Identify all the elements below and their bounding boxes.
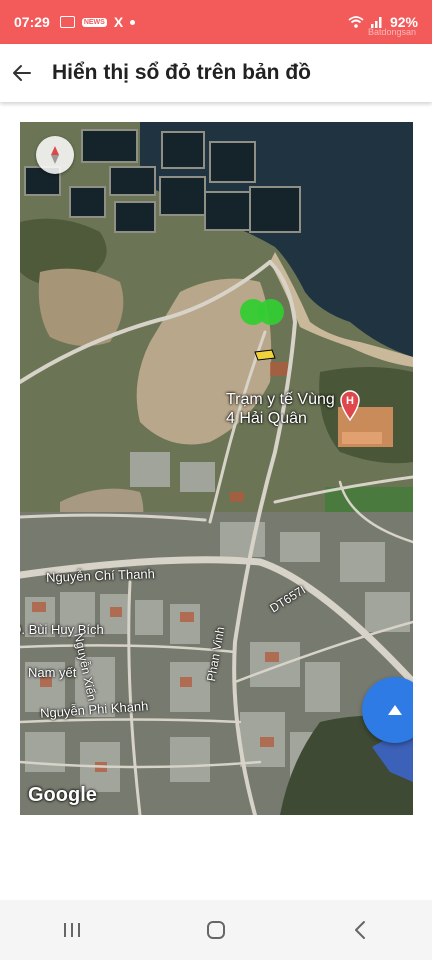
street-label-bui-huy-bich: Đ. Bùi Huy Bích (20, 622, 104, 637)
hospital-pin-letter: H (346, 395, 354, 407)
street-label-nam-yet: Nam yết (28, 665, 77, 680)
watermark: Batdongsan (367, 27, 416, 37)
news-icon: NEWS (81, 17, 107, 27)
page-title: Hiển thị sổ đỏ trên bản đồ (52, 61, 311, 84)
navigation-arrow-icon (388, 705, 402, 715)
compass-icon (51, 146, 59, 164)
back-button[interactable] (2, 53, 42, 93)
system-nav-bar (0, 900, 432, 960)
recent-apps-icon (64, 923, 80, 937)
dot-icon (130, 19, 136, 25)
back-nav-button[interactable] (330, 910, 390, 950)
chevron-left-icon (355, 921, 365, 939)
image-icon (59, 16, 75, 28)
hospital-pin-icon: H (340, 390, 360, 422)
google-attribution: Google (28, 784, 97, 806)
compass-button[interactable] (36, 136, 74, 174)
home-button[interactable] (186, 910, 246, 950)
poi-label-line2: 4 Hải Quân (226, 410, 307, 427)
status-time: 07:29 (14, 14, 50, 30)
app-bar: Hiển thị sổ đỏ trên bản đồ (0, 44, 432, 102)
arrow-left-icon (13, 65, 31, 81)
map-view[interactable]: H Trạm y tế Vùng 4 Hải Quân Nguyễn Chí T… (20, 122, 413, 815)
status-bar: 07:29 NEWS X 92% Batdongsan (0, 0, 432, 44)
notification-icons: NEWS X (59, 14, 136, 30)
hospital-marker[interactable]: H (338, 389, 362, 426)
home-icon (207, 921, 225, 939)
wifi-icon (348, 16, 364, 28)
recent-apps-button[interactable] (42, 910, 102, 950)
x-icon: X (113, 14, 124, 30)
poi-label-line1: Trạm y tế Vùng (226, 391, 335, 408)
poi-label[interactable]: Trạm y tế Vùng 4 Hải Quân (226, 390, 335, 428)
